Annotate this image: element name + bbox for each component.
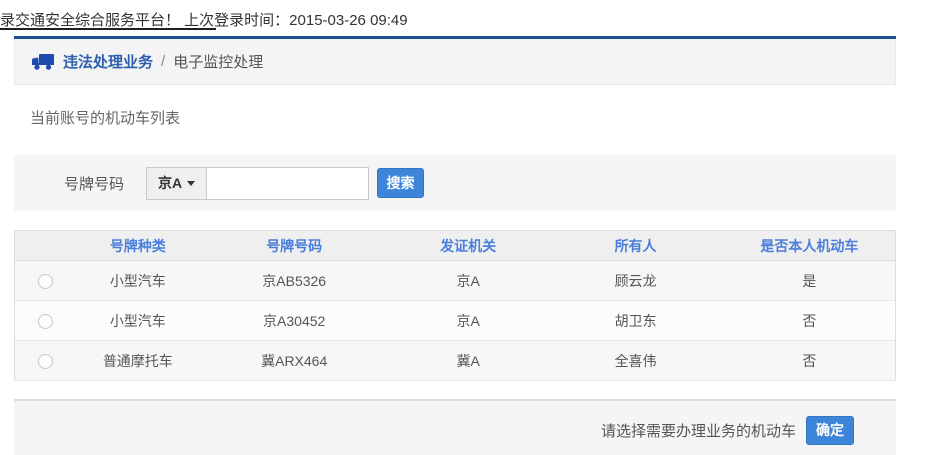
plate-prefix-dropdown[interactable]: 京A [146, 167, 206, 200]
plate-number-label: 号牌号码 [64, 173, 124, 194]
breadcrumb: 违法处理业务 / 电子监控处理 [14, 39, 896, 85]
truck-icon [31, 53, 55, 71]
col-header-is-own-vehicle: 是否本人机动车 [724, 231, 896, 261]
cell-issuing-authority: 冀A [389, 341, 548, 381]
vehicle-table: 号牌种类 号牌号码 发证机关 所有人 是否本人机动车 小型汽车 京AB5326 … [14, 230, 896, 381]
col-header-plate-type: 号牌种类 [76, 231, 199, 261]
cell-plate-number: 京A30452 [199, 301, 388, 341]
chevron-down-icon [187, 181, 195, 186]
cell-plate-type: 普通摩托车 [76, 341, 199, 381]
row-radio[interactable] [38, 314, 53, 329]
col-header-owner: 所有人 [547, 231, 723, 261]
cell-owner: 全喜伟 [547, 341, 723, 381]
plate-number-input[interactable] [206, 167, 369, 200]
cell-is-own: 否 [724, 341, 896, 381]
cell-plate-type: 小型汽车 [76, 261, 199, 301]
col-header-issuing-authority: 发证机关 [389, 231, 548, 261]
page-title: 当前账号的机动车列表 [30, 107, 896, 128]
cell-owner: 顾云龙 [547, 261, 723, 301]
cell-is-own: 否 [724, 301, 896, 341]
cell-issuing-authority: 京A [389, 301, 548, 341]
confirm-button[interactable]: 确定 [806, 416, 854, 445]
table-row: 小型汽车 京A30452 京A 胡卫东 否 [15, 301, 896, 341]
breadcrumb-current: 电子监控处理 [173, 51, 263, 72]
top-divider-segment [0, 28, 216, 30]
cell-issuing-authority: 京A [389, 261, 548, 301]
topbar: 录交通安全综合服务平台！ 上次登录时间：2015-03-26 09:49 [0, 0, 925, 36]
breadcrumb-parent-link[interactable]: 违法处理业务 [63, 51, 153, 72]
table-row: 小型汽车 京AB5326 京A 顾云龙 是 [15, 261, 896, 301]
breadcrumb-separator: / [161, 53, 165, 70]
plate-prefix-value: 京A [158, 173, 182, 193]
search-button[interactable]: 搜索 [377, 168, 424, 198]
table-row: 普通摩托车 冀ARX464 冀A 全喜伟 否 [15, 341, 896, 381]
cell-plate-number: 冀ARX464 [199, 341, 388, 381]
radio-column-header [15, 231, 77, 261]
table-header-row: 号牌种类 号牌号码 发证机关 所有人 是否本人机动车 [15, 231, 896, 261]
main-content: 违法处理业务 / 电子监控处理 当前账号的机动车列表 号牌号码 京A 搜索 号牌… [14, 36, 896, 455]
row-radio[interactable] [38, 274, 53, 289]
cell-owner: 胡卫东 [547, 301, 723, 341]
cell-plate-type: 小型汽车 [76, 301, 199, 341]
welcome-text: 录交通安全综合服务平台！ 上次登录时间：2015-03-26 09:49 [0, 12, 408, 29]
col-header-plate-number: 号牌号码 [199, 231, 388, 261]
cell-plate-number: 京AB5326 [199, 261, 388, 301]
row-radio[interactable] [38, 354, 53, 369]
search-bar: 号牌号码 京A 搜索 [14, 155, 896, 211]
footer-prompt: 请选择需要办理业务的机动车 [601, 420, 796, 441]
footer-bar: 请选择需要办理业务的机动车 确定 [14, 399, 896, 455]
cell-is-own: 是 [724, 261, 896, 301]
